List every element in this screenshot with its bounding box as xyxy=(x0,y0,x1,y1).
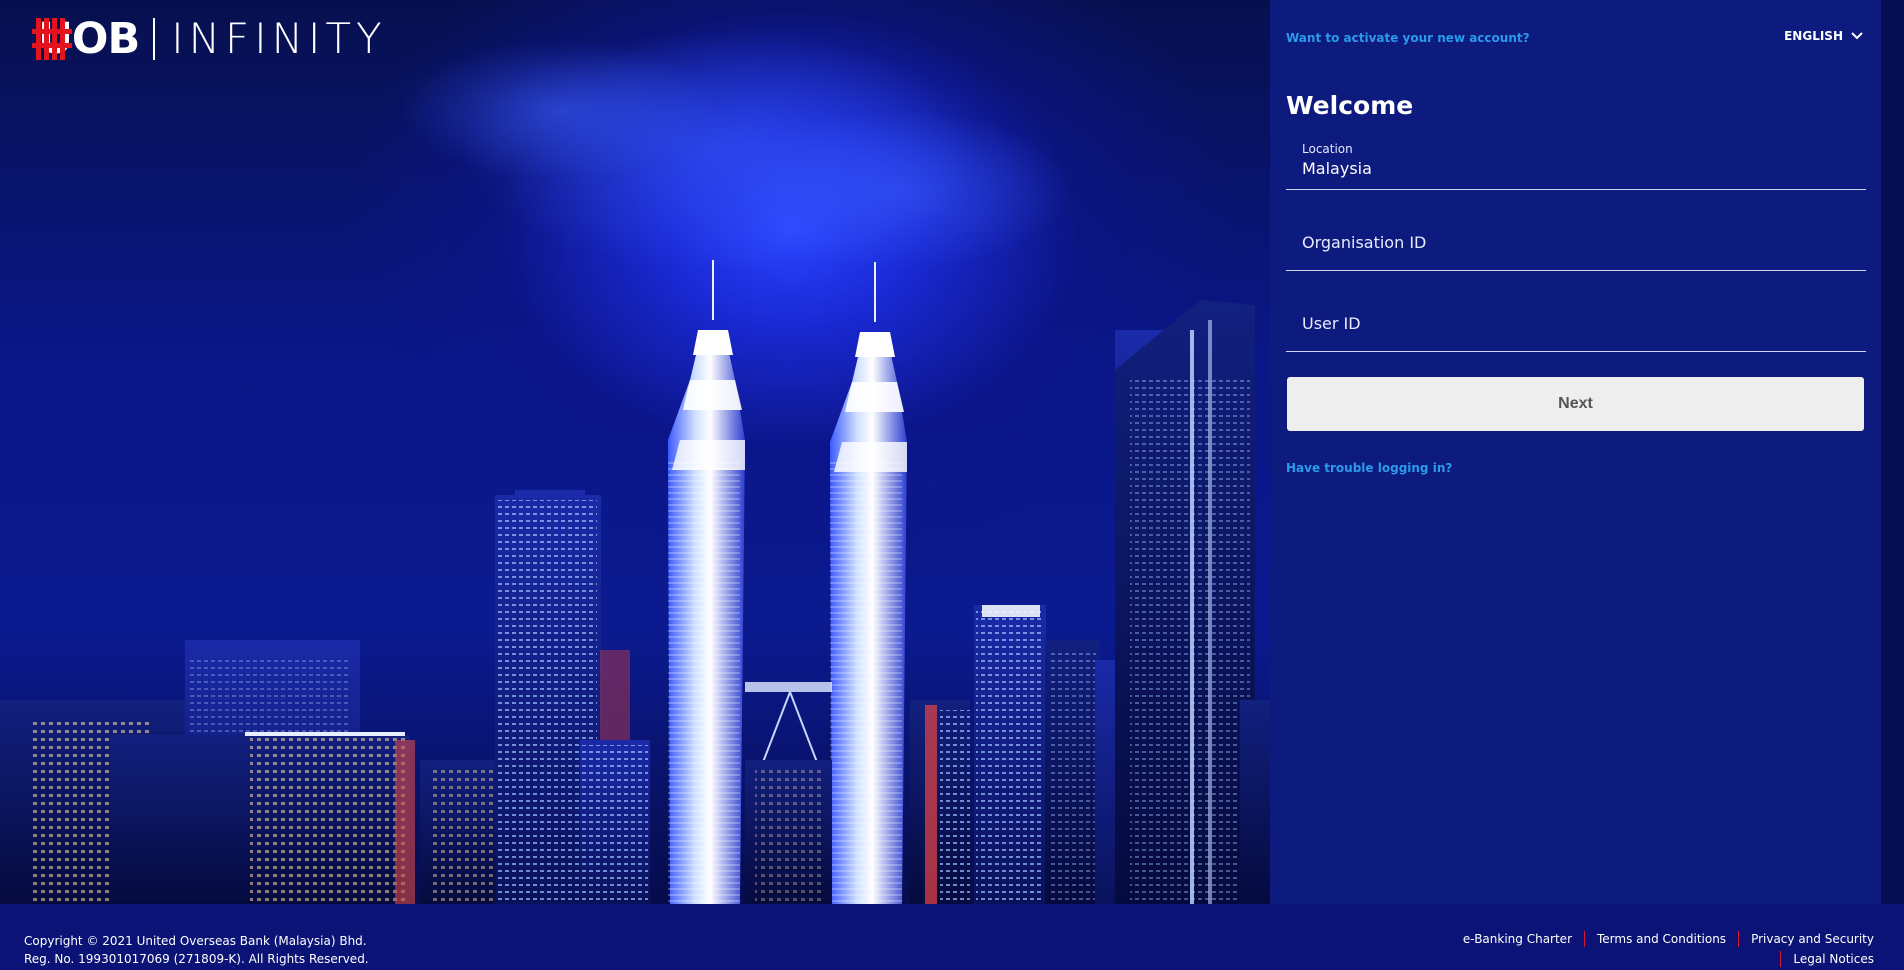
brand-divider xyxy=(153,18,156,60)
copyright-line: Copyright © 2021 United Overseas Bank (M… xyxy=(24,934,367,948)
footer-divider xyxy=(1584,931,1585,947)
product-name: INFINITY xyxy=(171,14,387,63)
location-label: Location xyxy=(1302,142,1353,156)
uob-logo-icon xyxy=(32,18,72,60)
trouble-logging-in-link[interactable]: Have trouble logging in? xyxy=(1286,461,1452,475)
language-label: ENGLISH xyxy=(1784,29,1843,43)
footer-divider xyxy=(1738,931,1740,947)
user-id-placeholder: User ID xyxy=(1302,314,1361,333)
registration-line: Reg. No. 199301017069 (271809-K). All Ri… xyxy=(24,952,369,966)
welcome-title: Welcome xyxy=(1286,91,1414,120)
footer: Copyright © 2021 United Overseas Bank (M… xyxy=(0,904,1904,970)
next-button[interactable]: Next xyxy=(1287,377,1864,431)
footer-divider xyxy=(1780,951,1782,967)
organisation-id-input[interactable]: Organisation ID xyxy=(1286,220,1866,271)
hero-background-image: UOB INFINITY xyxy=(0,0,1270,904)
uob-infinity-logo: UOB INFINITY xyxy=(32,14,387,63)
twin-towers xyxy=(668,260,907,904)
privacy-and-security-link[interactable]: Privacy and Security xyxy=(1751,932,1874,946)
footer-links: e-Banking Charter Terms and Conditions P… xyxy=(1463,931,1874,947)
language-selector[interactable]: ENGLISH xyxy=(1784,29,1863,43)
location-value: Malaysia xyxy=(1302,159,1372,178)
copyright-text: Copyright © 2021 United Overseas Bank (M… xyxy=(24,932,369,968)
skyline-illustration xyxy=(0,30,1270,904)
organisation-id-placeholder: Organisation ID xyxy=(1302,233,1427,252)
location-field[interactable]: Location Malaysia xyxy=(1286,139,1866,190)
chevron-down-icon xyxy=(1851,32,1863,40)
activate-account-link[interactable]: Want to activate your new account? xyxy=(1286,31,1530,45)
legal-notices-link[interactable]: Legal Notices xyxy=(1793,952,1874,966)
legal-notices-row: Legal Notices xyxy=(1780,951,1874,967)
ebanking-charter-link[interactable]: e-Banking Charter xyxy=(1463,932,1572,946)
page-edge-strip xyxy=(1881,0,1904,904)
login-panel: Want to activate your new account? ENGLI… xyxy=(1270,0,1881,904)
user-id-input[interactable]: User ID xyxy=(1286,301,1866,352)
terms-and-conditions-link[interactable]: Terms and Conditions xyxy=(1597,932,1726,946)
login-page: UOB INFINITY Want to activate your new a… xyxy=(0,0,1904,970)
